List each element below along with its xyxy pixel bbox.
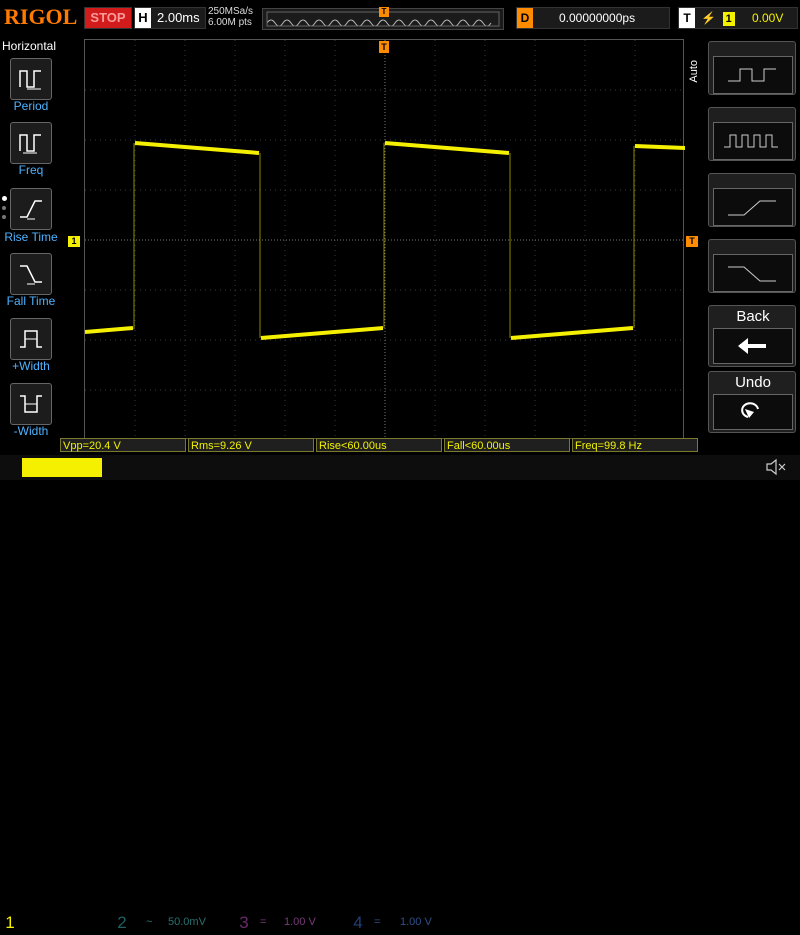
channel2-coupling: ~ bbox=[146, 916, 153, 928]
period-icon bbox=[19, 70, 41, 90]
undo-label: Undo bbox=[735, 374, 771, 391]
delay-value: 0.00000000ps bbox=[559, 11, 636, 25]
channel1-ground-marker[interactable]: 1 bbox=[68, 236, 80, 247]
channel1-info-box bbox=[22, 458, 102, 477]
waveform-display[interactable] bbox=[84, 39, 685, 440]
sample-rate: 250MSa/s bbox=[208, 6, 254, 17]
timebase-value: 2.00ms bbox=[157, 10, 200, 25]
channel1-waveform bbox=[85, 141, 685, 340]
measurement-fall[interactable]: Fall<60.00us bbox=[444, 438, 570, 452]
rise-time-button[interactable] bbox=[10, 188, 52, 230]
trigger-level: 0.00V bbox=[751, 11, 784, 25]
channel3-number: 3 bbox=[239, 913, 249, 932]
period-label: Period bbox=[13, 99, 49, 113]
channel3-scale: 1.00 V bbox=[284, 916, 316, 928]
pulse-train-wave-icon bbox=[724, 134, 778, 148]
channel3-tab[interactable]: 3 = 1.00 V bbox=[234, 455, 344, 932]
rising-edge-button[interactable] bbox=[708, 173, 796, 227]
measurement-rise[interactable]: Rise<60.00us bbox=[316, 438, 442, 452]
channel1-coupling: = bbox=[30, 916, 37, 928]
back-button[interactable]: Back bbox=[708, 305, 796, 367]
auto-menu-title: Auto bbox=[688, 60, 700, 83]
trigger-time-marker: T bbox=[379, 41, 389, 53]
rising-edge-icon: ⚡ bbox=[701, 11, 717, 25]
timebase-indicator[interactable]: H 2.00ms bbox=[134, 7, 206, 29]
negative-width-label: -Width bbox=[13, 424, 49, 438]
delay-label: D bbox=[517, 8, 533, 28]
negative-width-button[interactable] bbox=[10, 383, 52, 425]
rigol-logo: RIGOL bbox=[4, 4, 78, 29]
trigger-source: 1 bbox=[722, 12, 735, 26]
channel4-tab[interactable]: 4 = 1.00 V bbox=[348, 455, 458, 932]
rise-time-label: Rise Time bbox=[4, 230, 58, 244]
single-pulse-button[interactable] bbox=[708, 41, 796, 95]
channel2-scale: 50.0mV bbox=[168, 916, 206, 928]
menu-title: Horizontal bbox=[2, 39, 57, 53]
single-pulse-wave-icon bbox=[728, 68, 776, 82]
frequency-icon bbox=[19, 134, 41, 154]
trigger-label: T bbox=[679, 8, 695, 28]
memory-depth: 6.00M pts bbox=[208, 17, 252, 28]
channel2-tab[interactable]: 2 ~ 50.0mV bbox=[112, 455, 227, 932]
measurement-rms[interactable]: Rms=9.26 V bbox=[188, 438, 314, 452]
undo-icon bbox=[741, 402, 759, 418]
delay-indicator[interactable]: D 0.00000000ps bbox=[516, 7, 670, 29]
acquisition-info: 250MSa/s 6.00M pts bbox=[208, 6, 253, 28]
horizontal-label: H bbox=[135, 8, 151, 28]
period-button[interactable] bbox=[10, 58, 52, 100]
rising-edge-wave-icon bbox=[728, 200, 776, 216]
channel2-number: 2 bbox=[117, 913, 127, 932]
channel1-tab[interactable]: 1 = 5.00 V bbox=[0, 455, 108, 932]
fall-time-icon bbox=[20, 265, 42, 285]
channel1-number: 1 bbox=[5, 913, 15, 932]
channel1-scale: 5.00 V bbox=[52, 916, 84, 928]
run-stop-button[interactable]: STOP bbox=[84, 7, 132, 29]
fall-time-button[interactable] bbox=[10, 253, 52, 295]
falling-edge-button[interactable] bbox=[708, 239, 796, 293]
rise-time-icon bbox=[20, 200, 42, 220]
trigger-indicator[interactable]: T ⚡ 1 0.00V bbox=[678, 7, 798, 29]
measurement-freq[interactable]: Freq=99.8 Hz bbox=[572, 438, 698, 452]
page-indicator-dots bbox=[2, 196, 8, 226]
trigger-level-marker[interactable]: T bbox=[686, 236, 698, 247]
frequency-button[interactable] bbox=[10, 122, 52, 164]
trigger-position-marker: T bbox=[379, 7, 389, 17]
positive-width-button[interactable] bbox=[10, 318, 52, 360]
positive-width-label: +Width bbox=[12, 359, 50, 373]
memory-overview: T bbox=[262, 7, 504, 30]
positive-width-icon bbox=[20, 330, 42, 348]
channel4-number: 4 bbox=[353, 913, 363, 932]
fall-time-label: Fall Time bbox=[6, 294, 56, 308]
speaker-mute-icon[interactable] bbox=[764, 457, 788, 477]
back-label: Back bbox=[736, 308, 770, 325]
undo-button[interactable]: Undo bbox=[708, 371, 796, 433]
negative-width-icon bbox=[20, 395, 42, 413]
channel3-coupling: = bbox=[260, 916, 267, 928]
channel4-coupling: = bbox=[374, 916, 381, 928]
measurement-vpp[interactable]: Vpp=20.4 V bbox=[60, 438, 186, 452]
frequency-label: Freq bbox=[18, 163, 44, 177]
back-arrow-icon bbox=[738, 338, 766, 354]
falling-edge-wave-icon bbox=[728, 266, 776, 282]
channel4-scale: 1.00 V bbox=[400, 916, 432, 928]
pulse-train-button[interactable] bbox=[708, 107, 796, 161]
